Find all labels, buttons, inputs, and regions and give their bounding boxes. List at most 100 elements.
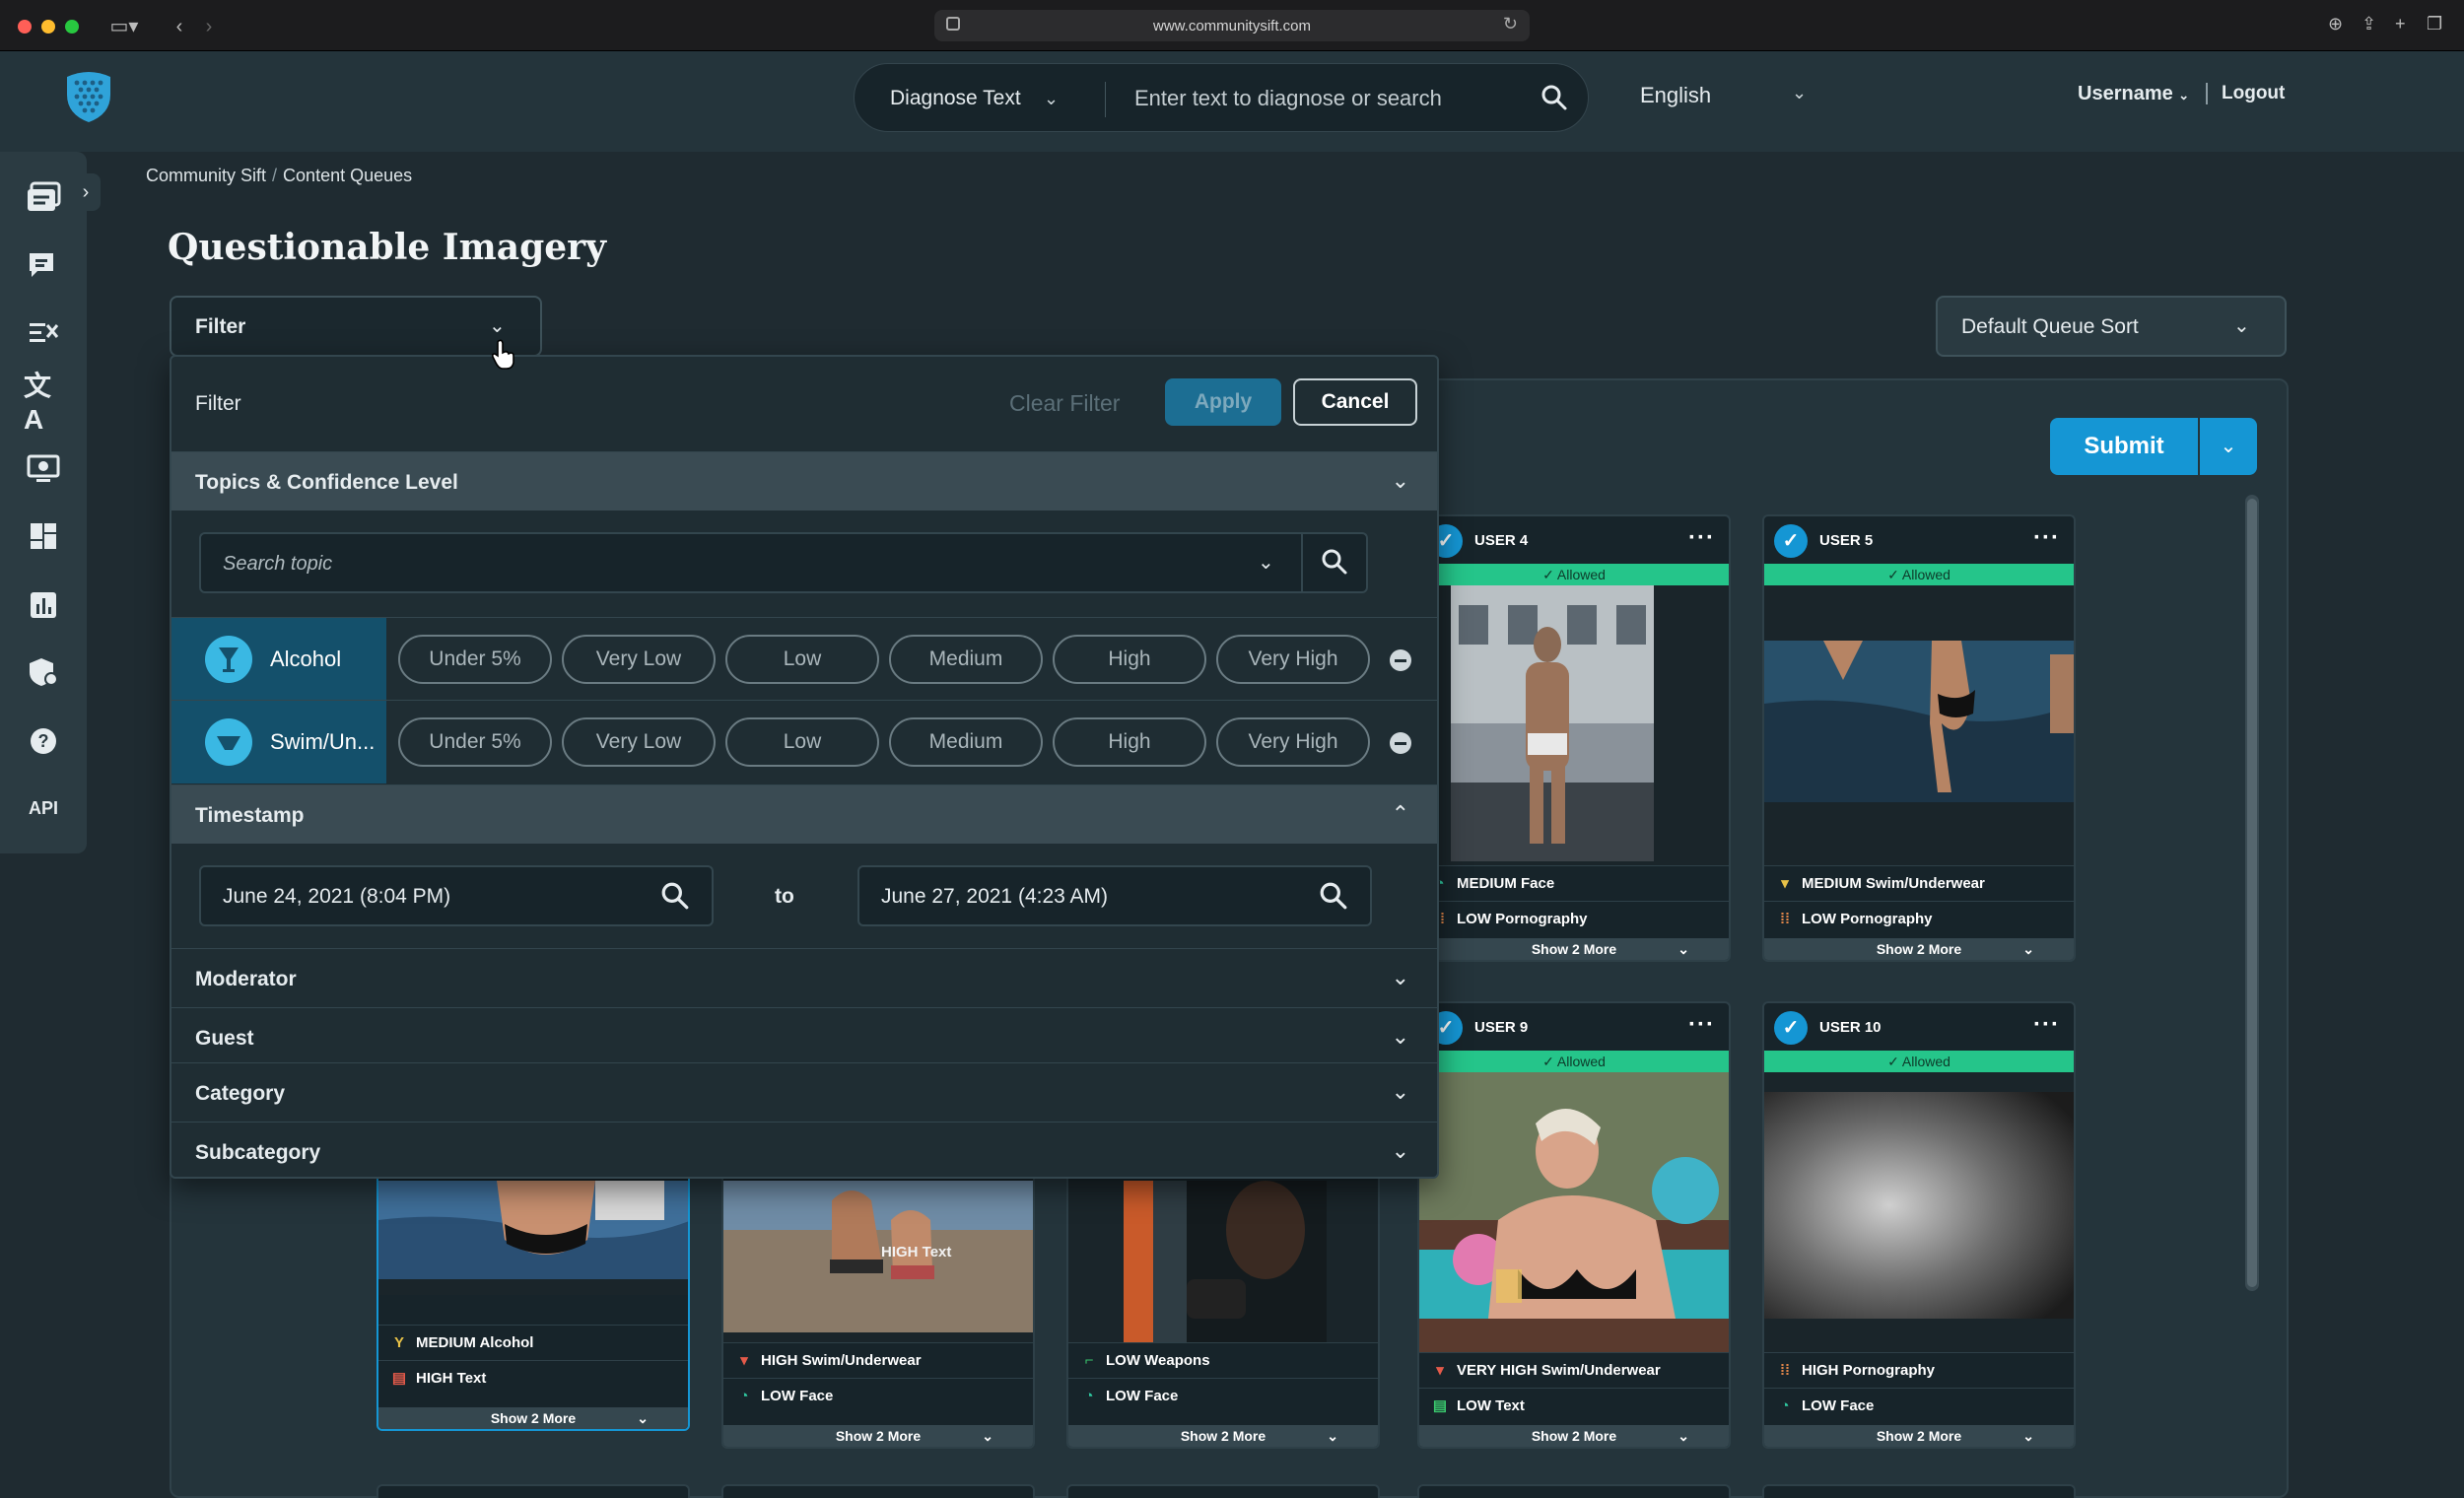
section-moderator[interactable]: Moderator ⌄	[171, 948, 1437, 1007]
queue-card[interactable]: ✓ USER 10 ··· ✓ Allowed ⁞⁞ HIGH Pornograp…	[1762, 1001, 2076, 1449]
show-more-button[interactable]: Show 2 More ⌄	[1764, 938, 2074, 960]
cancel-button[interactable]: Cancel	[1293, 378, 1417, 426]
timestamp-from-field[interactable]: June 24, 2021 (8:04 PM)	[199, 865, 714, 926]
confidence-low[interactable]: Low	[725, 635, 879, 684]
show-more-button[interactable]: Show 2 More ⌄	[1419, 938, 1729, 960]
content-image[interactable]	[1764, 1072, 2074, 1352]
sidebar-expand-icon[interactable]: ›	[71, 173, 101, 211]
content-image[interactable]	[378, 1181, 688, 1295]
scrollbar-thumb[interactable]	[2247, 499, 2257, 1287]
forward-icon[interactable]: ›	[197, 14, 221, 39]
diagnose-search-input[interactable]	[1134, 78, 1529, 119]
help-icon[interactable]: ?	[24, 721, 63, 761]
section-subcategory[interactable]: Subcategory ⌄	[171, 1122, 1437, 1177]
dashboard-icon[interactable]	[24, 516, 63, 556]
confidence-very-high[interactable]: Very High	[1216, 717, 1370, 767]
chevron-down-icon[interactable]: ⌄	[1792, 83, 1807, 103]
monitor-icon[interactable]	[24, 449, 63, 489]
queue-card[interactable]	[1417, 1484, 1731, 1498]
queue-card[interactable]: ✓ USER 9 ··· ✓ Allowed ▾ VERY HIGH Swim/U…	[1417, 1001, 1731, 1449]
share-icon[interactable]: ⇪	[2361, 14, 2376, 34]
topic-search-input[interactable]	[223, 546, 1110, 581]
tab-overview-icon[interactable]: ❐	[2427, 14, 2442, 34]
show-more-button[interactable]: Show 2 More ⌄	[1764, 1425, 2074, 1447]
translate-icon[interactable]: 文A	[24, 371, 63, 435]
submit-options-chevron-icon[interactable]: ⌄	[2200, 418, 2257, 475]
submit-button[interactable]: Submit	[2050, 418, 2198, 475]
clear-filter-button[interactable]: Clear Filter	[1009, 390, 1120, 417]
close-window-button[interactable]	[18, 20, 32, 34]
section-category[interactable]: Category ⌄	[171, 1062, 1437, 1122]
content-image[interactable]	[1068, 1181, 1378, 1342]
more-options-icon[interactable]: ···	[2033, 524, 2060, 552]
confidence-very-high[interactable]: Very High	[1216, 635, 1370, 684]
alcohol-icon	[205, 636, 252, 683]
reload-icon[interactable]: ↻	[1503, 14, 1518, 34]
queue-card[interactable]: ✓ USER 4 ··· ✓ Allowed ◔ MEDIUM Face ⁞⁞ LO…	[1417, 514, 1731, 962]
check-icon[interactable]: ✓	[1774, 1011, 1808, 1045]
confidence-under-5[interactable]: Under 5%	[398, 717, 552, 767]
confidence-very-low[interactable]: Very Low	[562, 717, 716, 767]
show-more-button[interactable]: Show 2 More ⌄	[1068, 1425, 1378, 1447]
section-topics-confidence[interactable]: Topics & Confidence Level ⌄	[171, 451, 1437, 511]
remove-topic-icon[interactable]	[1390, 649, 1411, 671]
show-more-button[interactable]: Show 2 More ⌄	[1419, 1425, 1729, 1447]
sidebar-toggle-icon[interactable]: ▭▾	[103, 14, 146, 39]
confidence-very-low[interactable]: Very Low	[562, 635, 716, 684]
search-icon[interactable]	[1319, 881, 1348, 916]
new-tab-icon[interactable]: +	[2395, 14, 2406, 34]
breadcrumb-root[interactable]: Community Sift	[146, 166, 266, 185]
username-menu[interactable]: Username ⌄	[2078, 83, 2189, 105]
queue-card[interactable]	[1762, 1484, 2076, 1498]
community-sift-logo-icon[interactable]	[63, 69, 114, 124]
api-link[interactable]: API	[24, 788, 63, 828]
confidence-medium[interactable]: Medium	[889, 717, 1043, 767]
breadcrumb-current[interactable]: Content Queues	[283, 166, 412, 185]
section-timestamp[interactable]: Timestamp ⌃	[171, 784, 1437, 844]
check-icon[interactable]: ✓	[1774, 524, 1808, 558]
confidence-under-5[interactable]: Under 5%	[398, 635, 552, 684]
section-guest[interactable]: Guest ⌄	[171, 1007, 1437, 1066]
reports-icon[interactable]	[24, 585, 63, 625]
diagnose-type-select[interactable]: Diagnose Text	[890, 64, 1021, 133]
apply-button[interactable]: Apply	[1165, 378, 1281, 426]
queues-icon[interactable]	[24, 177, 63, 217]
more-options-icon[interactable]: ···	[1688, 524, 1715, 552]
address-bar[interactable]: www.communitysift.com ↻	[934, 10, 1530, 41]
show-more-button[interactable]: Show 2 More ⌄	[723, 1425, 1033, 1447]
timestamp-to-field[interactable]: June 27, 2021 (4:23 AM)	[857, 865, 1372, 926]
more-options-icon[interactable]: ···	[2033, 1011, 2060, 1039]
language-select[interactable]: English	[1640, 83, 1711, 108]
confidence-high[interactable]: High	[1053, 635, 1206, 684]
maximize-window-button[interactable]	[65, 20, 79, 34]
content-image[interactable]	[723, 1181, 1033, 1342]
back-icon[interactable]: ‹	[168, 14, 191, 39]
chevron-down-icon[interactable]: ⌄	[1044, 64, 1059, 133]
show-more-button[interactable]: Show 2 More ⌄	[378, 1407, 688, 1429]
queue-card[interactable]: ✓ USER 5 ··· ✓ Allowed ▾ MEDIUM Swim/Unde…	[1762, 514, 2076, 962]
minimize-window-button[interactable]	[41, 20, 55, 34]
confidence-low[interactable]: Low	[725, 717, 879, 767]
queue-scrollbar[interactable]	[2245, 495, 2259, 1291]
queue-card[interactable]	[376, 1484, 690, 1498]
confidence-high[interactable]: High	[1053, 717, 1206, 767]
remove-topic-icon[interactable]	[1390, 732, 1411, 754]
rules-icon[interactable]	[24, 313, 63, 353]
search-icon[interactable]	[1321, 548, 1348, 580]
content-image[interactable]	[1764, 585, 2074, 865]
security-icon[interactable]	[24, 652, 63, 692]
content-image[interactable]	[1419, 585, 1729, 865]
filter-select[interactable]: Filter ⌄	[170, 296, 542, 357]
queue-card[interactable]	[721, 1484, 1035, 1498]
queue-card[interactable]	[1066, 1484, 1380, 1498]
confidence-medium[interactable]: Medium	[889, 635, 1043, 684]
chevron-down-icon[interactable]: ⌄	[1258, 550, 1274, 575]
queue-sort-select[interactable]: Default Queue Sort ⌄	[1936, 296, 2287, 357]
content-image[interactable]	[1419, 1072, 1729, 1352]
chat-icon[interactable]	[24, 246, 63, 286]
more-options-icon[interactable]: ···	[1688, 1011, 1715, 1039]
logout-link[interactable]: Logout	[2206, 83, 2285, 104]
downloads-icon[interactable]: ⊕	[2328, 14, 2343, 34]
search-icon[interactable]	[1540, 84, 1568, 116]
search-icon[interactable]	[660, 881, 690, 916]
